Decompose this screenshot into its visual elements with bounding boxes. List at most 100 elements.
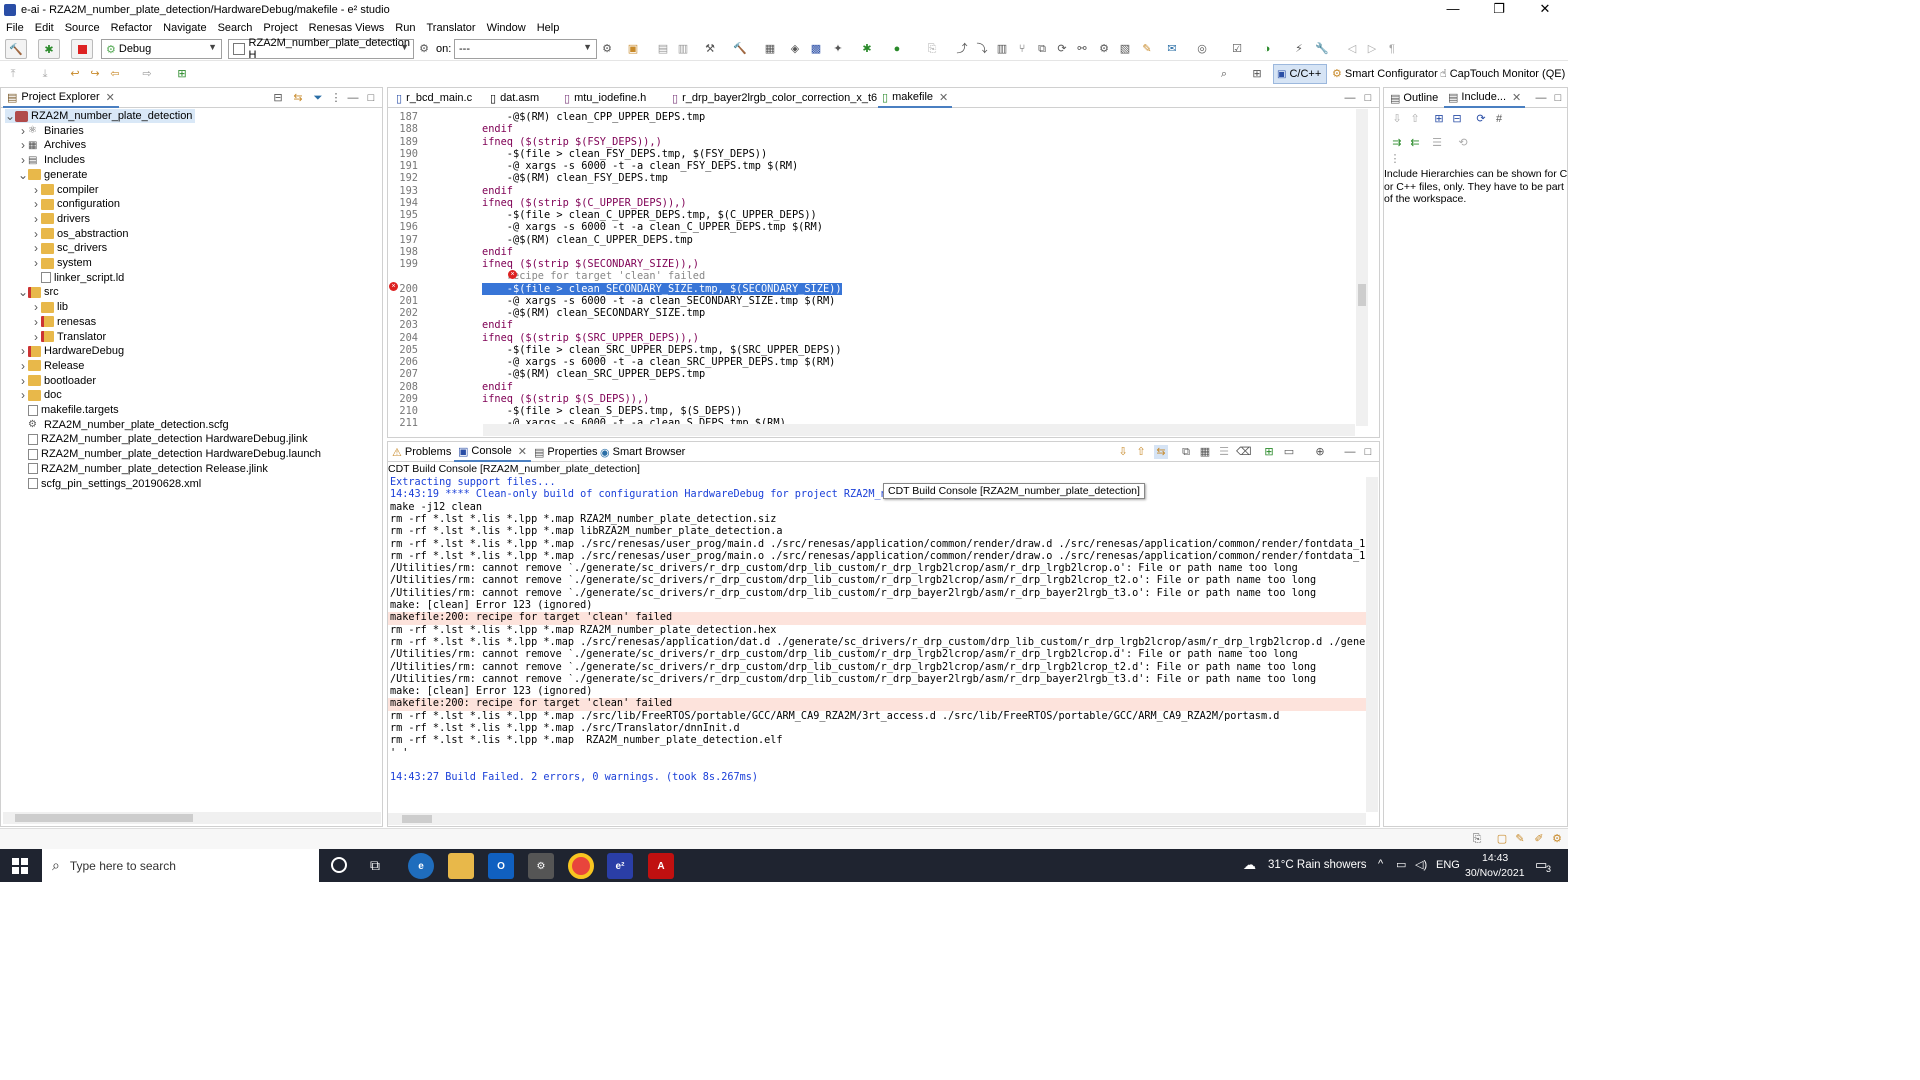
chevron-right-icon[interactable]: › — [31, 330, 41, 344]
menu-dots-icon[interactable]: ⋮ — [1388, 152, 1402, 166]
pin-editor-icon[interactable]: ⊞ — [175, 67, 189, 81]
code-line[interactable]: endif — [482, 185, 513, 197]
outlook-icon[interactable]: O — [488, 853, 514, 879]
menu-search[interactable]: Search — [218, 22, 253, 34]
menu-edit[interactable]: Edit — [35, 22, 54, 34]
pilcrow-icon[interactable]: ¶ — [1385, 42, 1399, 56]
code-line[interactable]: -@$(RM) clean_SECONDARY_SIZE.tmp — [482, 307, 705, 319]
debug-icon[interactable]: ✱ — [860, 42, 874, 56]
tree-item[interactable]: › renesas — [31, 315, 96, 329]
tab-makefile[interactable]: ▯ makefile ✕ — [878, 88, 953, 108]
console-line[interactable]: rm -rf *.lst *.lis *.lpp *.map ./src/lib… — [388, 711, 1366, 723]
e2studio-taskbar-icon[interactable]: e² — [607, 853, 633, 879]
console-line[interactable] — [388, 760, 1366, 772]
chevron-right-icon[interactable]: › — [18, 388, 28, 402]
tree-item[interactable]: › sc_drivers — [31, 241, 107, 255]
tree-item[interactable]: › Translator — [31, 330, 106, 344]
minimize-view-icon[interactable]: — — [1343, 91, 1357, 105]
hammer-build-button[interactable]: 🔨 — [5, 39, 27, 59]
build-icon[interactable]: 🔨 — [733, 42, 747, 56]
console-line[interactable]: make: [clean] Error 123 (ignored) — [388, 600, 1366, 612]
console-line[interactable]: /Utilities/rm: cannot remove `./generate… — [388, 674, 1366, 686]
console-line[interactable]: rm -rf *.lst *.lis *.lpp *.map RZA2M_num… — [388, 735, 1366, 747]
console-line[interactable]: /Utilities/rm: cannot remove `./generate… — [388, 563, 1366, 575]
scroll-thumb[interactable] — [402, 815, 432, 823]
edge-icon[interactable]: e — [408, 853, 434, 879]
tree-item[interactable]: RZA2M_number_plate_detection HardwareDeb… — [18, 447, 321, 461]
tray-chevron-icon[interactable]: ^ — [1378, 858, 1383, 870]
code-line[interactable]: -$(file > clean_C_UPPER_DEPS.tmp, $(C_UP… — [482, 209, 817, 221]
chevron-right-icon[interactable]: › — [18, 374, 28, 388]
terminal-icon[interactable]: ▩ — [809, 42, 823, 56]
search-file-icon[interactable]: ◎ — [1195, 42, 1209, 56]
tree-item[interactable]: makefile.targets — [18, 403, 119, 417]
close-icon[interactable]: ✕ — [518, 445, 527, 458]
annotation-icon[interactable]: ⤒ — [6, 67, 20, 81]
language-indicator[interactable]: ENG — [1436, 859, 1460, 871]
show-includes-icon[interactable]: ⇉ — [1390, 136, 1404, 150]
network-tool-icon[interactable]: ⚙ — [528, 853, 554, 879]
console-line[interactable]: 14:43:19 **** Clean-only build of config… — [388, 489, 1366, 501]
menu-file[interactable]: File — [6, 22, 24, 34]
code-line[interactable]: -$(file > clean_S_DEPS.tmp, $(S_DEPS)) — [482, 405, 743, 417]
code-line[interactable]: ifneq ($(strip $(SRC_UPPER_DEPS)),) — [482, 332, 699, 344]
console-line[interactable]: rm -rf *.lst *.lis *.lpp *.map ./src/ren… — [388, 551, 1366, 563]
arrow-down-icon[interactable]: ⇩ — [1390, 112, 1404, 126]
code-area[interactable]: 187 -@$(RM) clean_CPP_UPPER_DEPS.tmp 188 e… — [388, 109, 1356, 427]
settings-icon[interactable]: ⚙ — [1097, 42, 1111, 56]
new-console-icon[interactable]: ⊕ — [1313, 445, 1327, 459]
maximize-view-icon[interactable]: □ — [1361, 445, 1375, 459]
tab-project-explorer[interactable]: ▤ Project Explorer ✕ — [3, 88, 119, 108]
close-icon[interactable]: ✕ — [106, 91, 115, 104]
task-icon[interactable]: ☑ — [1230, 42, 1244, 56]
code-line[interactable]: ifneq ($(strip $(FSY_DEPS)),) — [482, 136, 662, 148]
pin-icon[interactable]: ⟲ — [1456, 136, 1470, 150]
open-type-icon[interactable]: ◈ — [788, 42, 802, 56]
tab-outline[interactable]: ▤ Outline — [1386, 88, 1442, 108]
save-icon[interactable]: ▤ — [656, 42, 670, 56]
forward-icon[interactable]: ▷ — [1365, 42, 1379, 56]
status-icon-2[interactable]: ▢ — [1495, 832, 1509, 846]
status-icon-4[interactable]: ✐ — [1532, 832, 1546, 846]
open-perspective-icon[interactable]: ⊞ — [1250, 67, 1264, 81]
maximize-view-icon[interactable]: □ — [364, 91, 378, 105]
code-line[interactable]: -$(file > clean_SRC_UPPER_DEPS.tmp, $(SR… — [482, 344, 842, 356]
menu-renesas-views[interactable]: Renesas Views — [309, 22, 385, 34]
toggle-icon[interactable]: ✦ — [831, 42, 845, 56]
view-menu-icon[interactable]: ⋮ — [329, 91, 343, 105]
menu-source[interactable]: Source — [65, 22, 100, 34]
console-output[interactable]: Extracting support files... 14:43:19 ****… — [388, 477, 1366, 812]
launch-target-select[interactable]: --- ▼ — [454, 39, 597, 59]
tree-item[interactable]: › bootloader — [18, 374, 96, 388]
minimize-view-icon[interactable]: — — [1343, 445, 1357, 459]
chevron-right-icon[interactable]: › — [18, 359, 28, 373]
collapse-all-icon[interactable]: ⊟ — [271, 91, 285, 105]
menu-project[interactable]: Project — [263, 22, 297, 34]
tab-include-browser[interactable]: ▤ Include... ✕ — [1444, 88, 1526, 108]
scroll-lock-icon[interactable]: ⇆ — [1154, 445, 1168, 459]
tree-item[interactable]: RZA2M_number_plate_detection Release.jli… — [18, 462, 268, 476]
launch-config-gear-icon[interactable]: ⚙ — [417, 42, 431, 56]
debug-bug-button[interactable]: ✱ — [38, 39, 60, 59]
tree-item[interactable]: › ▤ Includes — [18, 153, 85, 167]
console-line[interactable]: /Utilities/rm: cannot remove `./generate… — [388, 649, 1366, 661]
expand-icon[interactable]: ⊞ — [1432, 112, 1446, 126]
editor-hscrollbar[interactable] — [483, 424, 1355, 436]
pin-console-icon[interactable]: ▦ — [1198, 445, 1212, 459]
build-config-select[interactable]: ⚙ Debug ▼ — [101, 39, 222, 59]
launch-config-select[interactable]: RZA2M_number_plate_detection H ▼ — [228, 37, 414, 61]
code-line[interactable]: endif — [482, 319, 513, 331]
display-console-icon[interactable]: ▭ — [1282, 445, 1296, 459]
columns-icon[interactable]: ▥ — [995, 42, 1009, 56]
clock-time[interactable]: 14:43 — [1482, 852, 1508, 864]
tree-item[interactable]: ⌄ generate — [18, 168, 87, 182]
next-edit-icon[interactable]: ↪ — [88, 67, 102, 81]
stop-button[interactable] — [71, 39, 93, 59]
tree-item[interactable]: linker_script.ld — [31, 271, 124, 285]
maximize-view-icon[interactable]: □ — [1361, 91, 1375, 105]
tab-r-drp-bayer2lrgb-h[interactable]: ▯ r_drp_bayer2lrgb_color_correction_x_t6… — [668, 88, 890, 108]
close-icon[interactable]: ✕ — [939, 91, 948, 104]
taskbar-search-input[interactable]: ⌕ Type here to search — [42, 849, 319, 882]
minimize-view-icon[interactable]: — — [1534, 91, 1548, 105]
code-line[interactable]: endif — [482, 123, 513, 135]
